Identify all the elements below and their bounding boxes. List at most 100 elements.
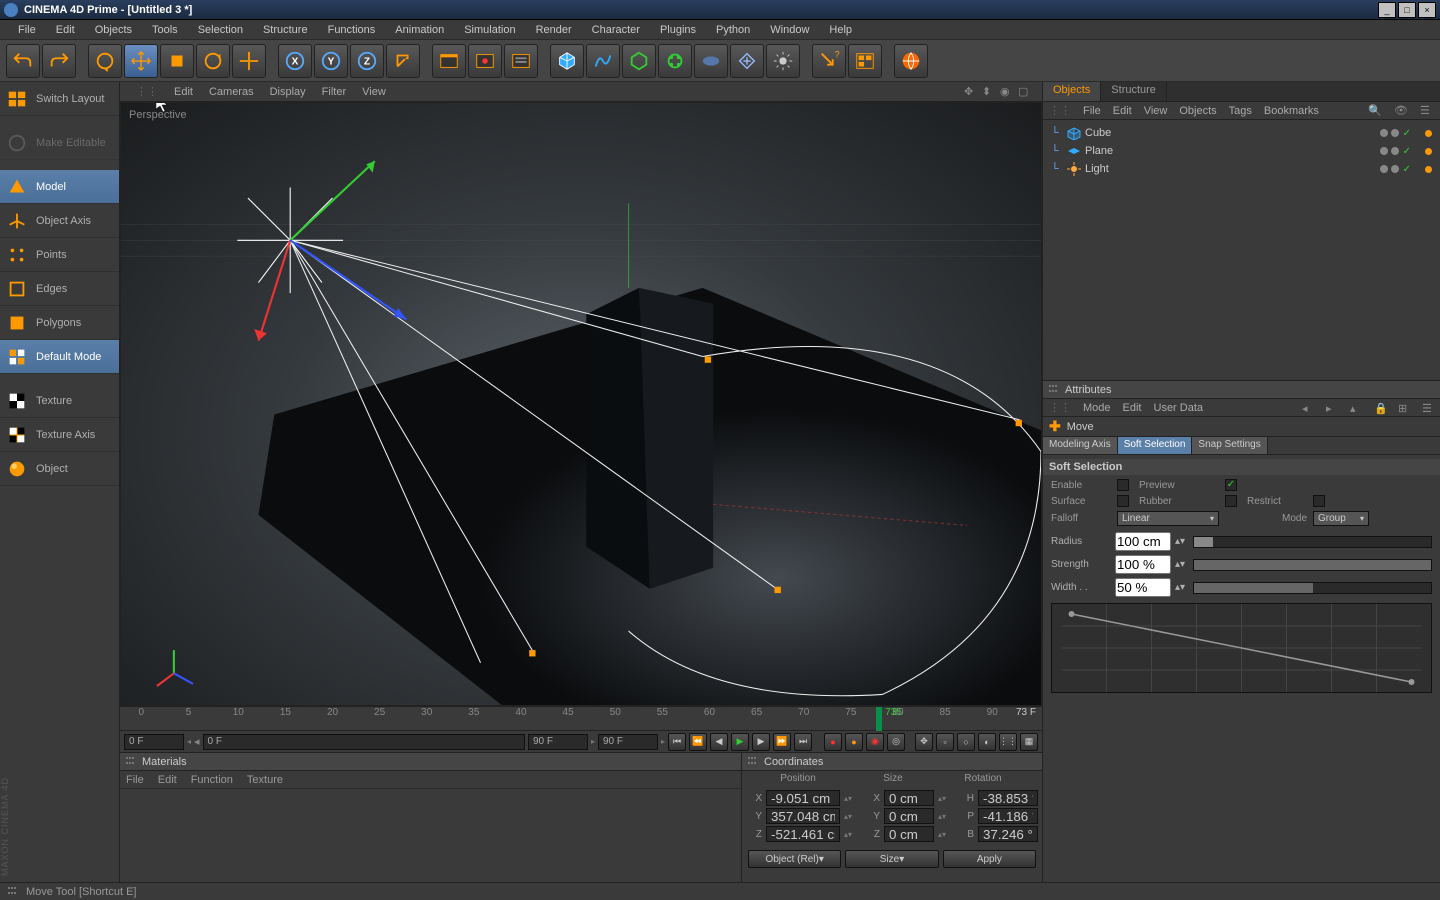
- coord-pos-input[interactable]: [766, 826, 840, 842]
- leftbar-polygons[interactable]: Polygons: [0, 306, 119, 340]
- coord-rot-input[interactable]: [978, 790, 1038, 806]
- move-tool[interactable]: [124, 44, 158, 78]
- obj-menu-edit[interactable]: Edit: [1113, 105, 1132, 117]
- tag-icon[interactable]: [1425, 148, 1432, 155]
- vp-maximize-icon[interactable]: ▢: [1018, 85, 1032, 99]
- menu-file[interactable]: File: [8, 22, 46, 38]
- content-browser[interactable]: [848, 44, 882, 78]
- visibility-dot[interactable]: [1380, 165, 1388, 173]
- obj-menu-file[interactable]: File: [1083, 105, 1101, 117]
- tag-icon[interactable]: [1425, 130, 1432, 137]
- attr-back-icon[interactable]: ◂: [1302, 402, 1314, 414]
- obj-menu-bookmarks[interactable]: Bookmarks: [1264, 105, 1319, 117]
- coord-spinner[interactable]: ▴▾: [938, 830, 956, 839]
- mat-menu-file[interactable]: File: [126, 774, 144, 786]
- visibility-dot[interactable]: [1380, 129, 1388, 137]
- vp-pan-icon[interactable]: ✥: [964, 85, 978, 99]
- menu-help[interactable]: Help: [819, 22, 862, 38]
- attr-menu-mode[interactable]: Mode: [1083, 402, 1111, 414]
- attr-strength-spinner[interactable]: ▴▾: [1175, 559, 1189, 570]
- leftbar-object-axis[interactable]: Object Axis: [0, 204, 119, 238]
- record-button[interactable]: ●: [824, 733, 842, 751]
- render-picture[interactable]: [468, 44, 502, 78]
- attr-preview-checkbox[interactable]: ✓: [1225, 479, 1237, 491]
- object-row-light[interactable]: └Light✓: [1047, 160, 1436, 178]
- goto-end-button[interactable]: ⏭: [794, 733, 812, 751]
- render-settings[interactable]: [504, 44, 538, 78]
- attr-width-input[interactable]: [1115, 578, 1171, 597]
- object-row-plane[interactable]: └Plane✓: [1047, 142, 1436, 160]
- attr-rubber-checkbox[interactable]: [1225, 495, 1237, 507]
- menu-character[interactable]: Character: [582, 22, 650, 38]
- anim-layer-button[interactable]: ▦: [1020, 733, 1038, 751]
- rot-key-button[interactable]: ○: [957, 733, 975, 751]
- attr-lock-icon[interactable]: 🔒: [1374, 402, 1386, 414]
- x-axis-lock[interactable]: X: [278, 44, 312, 78]
- vp-menu-cameras[interactable]: Cameras: [201, 86, 262, 98]
- coord-system[interactable]: [386, 44, 420, 78]
- structure-tab[interactable]: Structure: [1101, 82, 1167, 101]
- visibility-dot[interactable]: [1380, 147, 1388, 155]
- coord-pos-input[interactable]: [766, 790, 840, 806]
- param-key-button[interactable]: ◐: [978, 733, 996, 751]
- attr-radius-input[interactable]: [1115, 532, 1171, 551]
- coord-spinner[interactable]: ▴▾: [938, 794, 956, 803]
- menu-edit[interactable]: Edit: [46, 22, 85, 38]
- coord-spinner[interactable]: ▴▾: [844, 830, 862, 839]
- vp-rotate-icon[interactable]: ◉: [1000, 85, 1014, 99]
- leftbar-texture[interactable]: Texture: [0, 384, 119, 418]
- object-list[interactable]: └Cube✓└Plane✓└Light✓: [1043, 120, 1440, 380]
- rotate-tool[interactable]: [196, 44, 230, 78]
- add-light[interactable]: [766, 44, 800, 78]
- attr-menu-icon[interactable]: ☰: [1422, 402, 1434, 414]
- leftbar-edges[interactable]: Edges: [0, 272, 119, 306]
- attr-tab-snap-settings[interactable]: Snap Settings: [1192, 437, 1267, 454]
- coord-size-input[interactable]: [884, 808, 934, 824]
- mat-menu-edit[interactable]: Edit: [158, 774, 177, 786]
- minimize-button[interactable]: _: [1378, 2, 1396, 18]
- goto-start-button[interactable]: ⏮: [668, 733, 686, 751]
- enable-check-icon[interactable]: ✓: [1403, 164, 1411, 175]
- leftbar-texture-axis[interactable]: Texture Axis: [0, 418, 119, 452]
- attr-falloff-curve[interactable]: [1051, 603, 1432, 693]
- attr-new-icon[interactable]: ⊞: [1398, 402, 1410, 414]
- add-primitive[interactable]: [550, 44, 584, 78]
- obj-menu-tags[interactable]: Tags: [1229, 105, 1252, 117]
- mat-menu-texture[interactable]: Texture: [247, 774, 283, 786]
- attr-fwd-icon[interactable]: ▸: [1326, 402, 1338, 414]
- keyselection-button[interactable]: ◎: [887, 733, 905, 751]
- attr-restrict-checkbox[interactable]: [1313, 495, 1325, 507]
- menu-animation[interactable]: Animation: [385, 22, 454, 38]
- leftbar-switch-layout[interactable]: Switch Layout: [0, 82, 119, 116]
- timeline-end-frame[interactable]: [598, 734, 658, 750]
- attr-mode-dropdown[interactable]: Group: [1313, 511, 1369, 526]
- coord-size-input[interactable]: [884, 790, 934, 806]
- last-tool[interactable]: [232, 44, 266, 78]
- timeline-start-frame[interactable]: [124, 734, 184, 750]
- attr-falloff-dropdown[interactable]: Linear: [1117, 511, 1219, 526]
- vp-zoom-icon[interactable]: ⬍: [982, 85, 996, 99]
- attr-up-icon[interactable]: ▴: [1350, 402, 1362, 414]
- attr-tab-modeling-axis[interactable]: Modeling Axis: [1043, 437, 1118, 454]
- redo-button[interactable]: [42, 44, 76, 78]
- obj-layers-icon[interactable]: ☰: [1420, 104, 1434, 118]
- add-deformer[interactable]: [658, 44, 692, 78]
- viewport-grip-icon[interactable]: ⋮⋮: [128, 85, 166, 98]
- maximize-button[interactable]: □: [1398, 2, 1416, 18]
- next-key-button[interactable]: ⏩: [773, 733, 791, 751]
- attr-radius-slider[interactable]: [1193, 536, 1432, 548]
- play-button[interactable]: ▶: [731, 733, 749, 751]
- menu-python[interactable]: Python: [706, 22, 760, 38]
- scale-key-button[interactable]: ▫: [936, 733, 954, 751]
- enable-check-icon[interactable]: ✓: [1403, 128, 1411, 139]
- render-dot[interactable]: [1391, 165, 1399, 173]
- menu-structure[interactable]: Structure: [253, 22, 318, 38]
- attr-strength-slider[interactable]: [1193, 559, 1432, 571]
- attr-width-slider[interactable]: [1193, 582, 1432, 594]
- z-axis-lock[interactable]: Z: [350, 44, 384, 78]
- render-dot[interactable]: [1391, 147, 1399, 155]
- attr-width-spinner[interactable]: ▴▾: [1175, 582, 1189, 593]
- coord-spinner[interactable]: ▴▾: [844, 794, 862, 803]
- coord-apply-button[interactable]: Apply: [943, 850, 1036, 868]
- close-button[interactable]: ×: [1418, 2, 1436, 18]
